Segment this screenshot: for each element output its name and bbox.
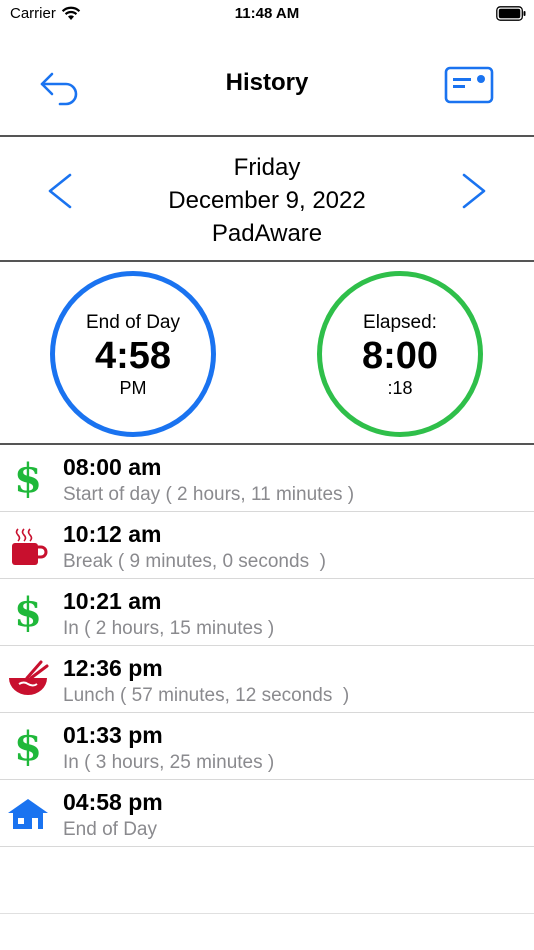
list-item[interactable]: $ 01:33 pm In ( 3 hours, 25 minutes ) [0,713,534,780]
status-time: 11:48 AM [234,5,300,22]
list-item[interactable]: $ 08:00 am Start of day ( 2 hours, 11 mi… [0,445,534,512]
list-item[interactable]: 10:12 am Break ( 9 minutes, 0 seconds ) [0,512,534,579]
card-icon[interactable] [444,66,494,104]
elapsed-seconds: :18 [387,378,413,398]
date-display: Friday December 9, 2022 PadAware [100,151,434,250]
profile-name: PadAware [211,220,323,247]
entry-time: 12:36 pm [63,655,163,681]
noodle-bowl-icon [6,658,50,702]
chevron-left-icon[interactable] [42,171,76,211]
dollar-glyph: $ [14,589,42,636]
list-item[interactable]: 04:58 pm End of Day [0,780,534,847]
dollar-icon: $ [6,725,50,769]
entry-time: 08:00 am [63,454,162,480]
entry-detail: Lunch ( 57 minutes, 12 seconds ) [63,685,350,706]
entry-detail: In ( 2 hours, 15 minutes ) [63,618,275,639]
elapsed-time: 8:00 [361,335,439,377]
entry-time: 01:33 pm [63,722,163,748]
elapsed-ring: Elapsed: 8:00 :18 [317,271,483,437]
date-selector: Friday December 9, 2022 PadAware [0,137,534,260]
status-bar: Carrier 11:48 AM [0,0,534,30]
date-label: December 9, 2022 [168,187,366,214]
entry-detail: End of Day [63,819,157,840]
dollar-glyph: $ [14,723,42,770]
entry-time: 04:58 pm [63,789,163,815]
dollar-icon: $ [6,591,50,635]
chevron-right-icon[interactable] [458,171,492,211]
summary-panel: End of Day 4:58 PM Elapsed: 8:00 :18 [0,262,534,443]
coffee-cup-icon [6,524,50,568]
dollar-glyph: $ [14,455,42,502]
nav-bar: History [0,30,534,135]
end-of-day-meridiem: PM [119,378,147,398]
entry-detail: In ( 3 hours, 25 minutes ) [63,752,275,773]
entry-time: 10:21 am [63,588,162,614]
end-of-day-ring: End of Day 4:58 PM [50,271,216,437]
entry-time: 10:12 am [63,521,162,547]
elapsed-label: Elapsed: [363,312,437,333]
end-of-day-time: 4:58 [94,335,172,377]
battery-icon [496,6,526,21]
house-icon [6,792,50,836]
bottom-separator [0,913,534,914]
history-list: $ 08:00 am Start of day ( 2 hours, 11 mi… [0,445,534,847]
list-item[interactable]: $ 10:21 am In ( 2 hours, 15 minutes ) [0,579,534,646]
end-of-day-label: End of Day [86,312,180,333]
weekday-label: Friday [233,154,301,181]
entry-detail: Break ( 9 minutes, 0 seconds ) [63,551,326,572]
entry-detail: Start of day ( 2 hours, 11 minutes ) [63,484,355,505]
list-item[interactable]: 12:36 pm Lunch ( 57 minutes, 12 seconds … [0,646,534,713]
dollar-icon: $ [6,457,50,501]
